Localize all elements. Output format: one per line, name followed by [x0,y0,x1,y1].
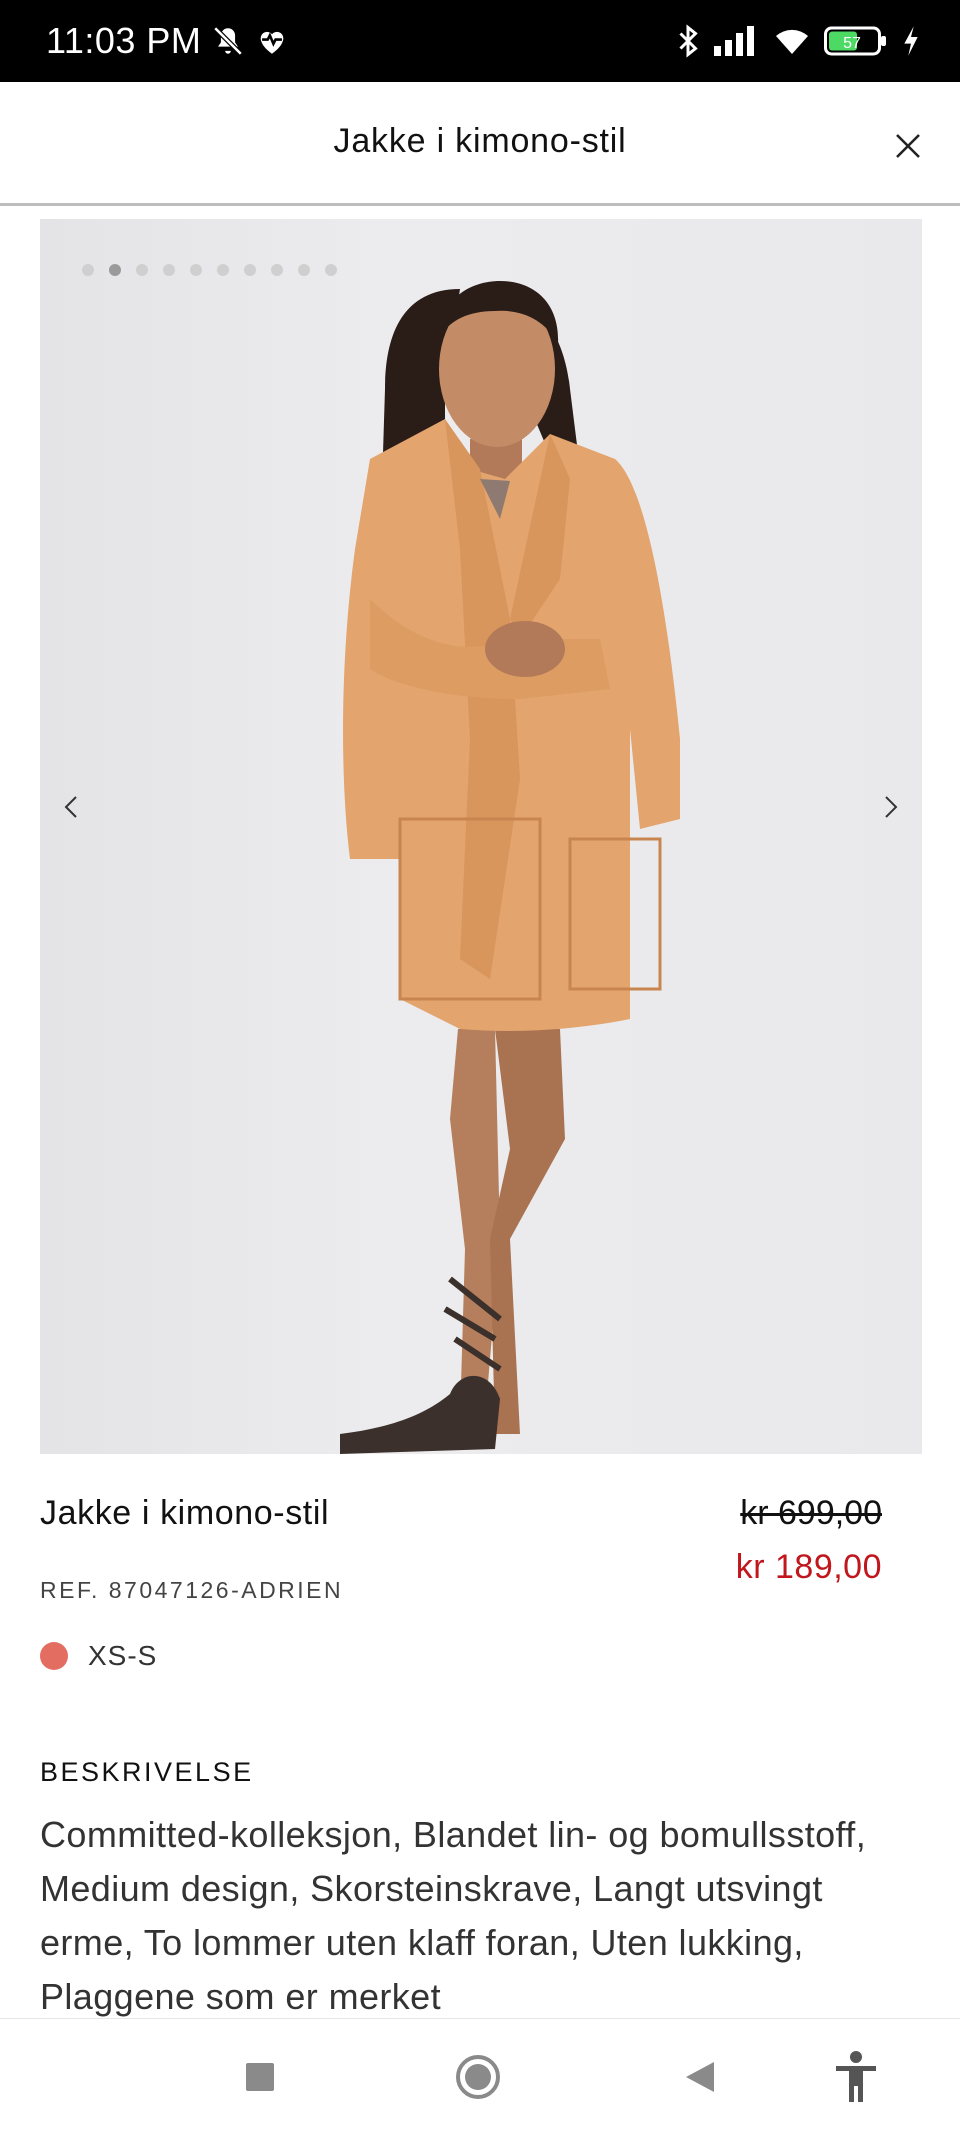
page-title: Jakke i kimono-stil [333,122,627,160]
status-time: 11:03 PM [46,20,202,61]
gallery-dot[interactable] [109,264,121,276]
battery-level: 57 [843,35,861,52]
description-heading: BESKRIVELSE [40,1757,254,1787]
home-circle-icon [456,2054,500,2099]
close-button[interactable] [888,126,928,166]
description-text: Committed-kolleksjon, Blandet lin- og bo… [40,1814,867,2017]
back-button[interactable] [670,2019,730,2134]
gallery-dot[interactable] [136,264,148,276]
modal-header: Jakke i kimono-stil [0,82,960,206]
size-label: XS-S [88,1640,158,1671]
product-reference: REF. 87047126-ADRIEN [40,1577,344,1603]
gallery-pagination [82,264,337,276]
back-triangle-icon [686,2061,714,2092]
chevron-right-icon [885,796,898,818]
original-price: kr 699,00 [740,1494,882,1532]
gallery-dot[interactable] [244,264,256,276]
gallery-dot[interactable] [325,264,337,276]
product-title: Jakke i kimono-stil [40,1494,330,1532]
battery-icon: 57 [824,25,888,57]
product-image-gallery[interactable] [40,219,922,1454]
recents-button[interactable] [230,2019,290,2134]
color-swatch[interactable] [40,1642,68,1670]
system-navigation-bar [0,2018,960,2133]
gallery-dot[interactable] [217,264,229,276]
recents-square-icon [246,2062,274,2091]
gallery-dot[interactable] [190,264,202,276]
gallery-prev-button[interactable] [54,789,90,825]
status-bar: 11:03 PM 57 [0,0,960,82]
heart-pulse-icon [255,24,289,58]
signal-icon [714,26,760,56]
chevron-left-icon [64,796,77,818]
bluetooth-icon [676,23,700,59]
home-button[interactable] [448,2019,508,2134]
gallery-dot[interactable] [82,264,94,276]
gallery-dot[interactable] [298,264,310,276]
close-icon [896,134,920,158]
accessibility-button[interactable] [826,2019,886,2134]
sale-price: kr 189,00 [735,1548,882,1586]
color-size-selector[interactable]: XS-S [40,1640,157,1672]
charging-icon [902,25,920,57]
wifi-icon [774,26,810,56]
product-photo [340,281,680,1454]
gallery-next-button[interactable] [872,789,908,825]
accessibility-icon [836,2050,876,2102]
gallery-dot[interactable] [271,264,283,276]
bell-off-icon [211,24,245,58]
gallery-dot[interactable] [163,264,175,276]
